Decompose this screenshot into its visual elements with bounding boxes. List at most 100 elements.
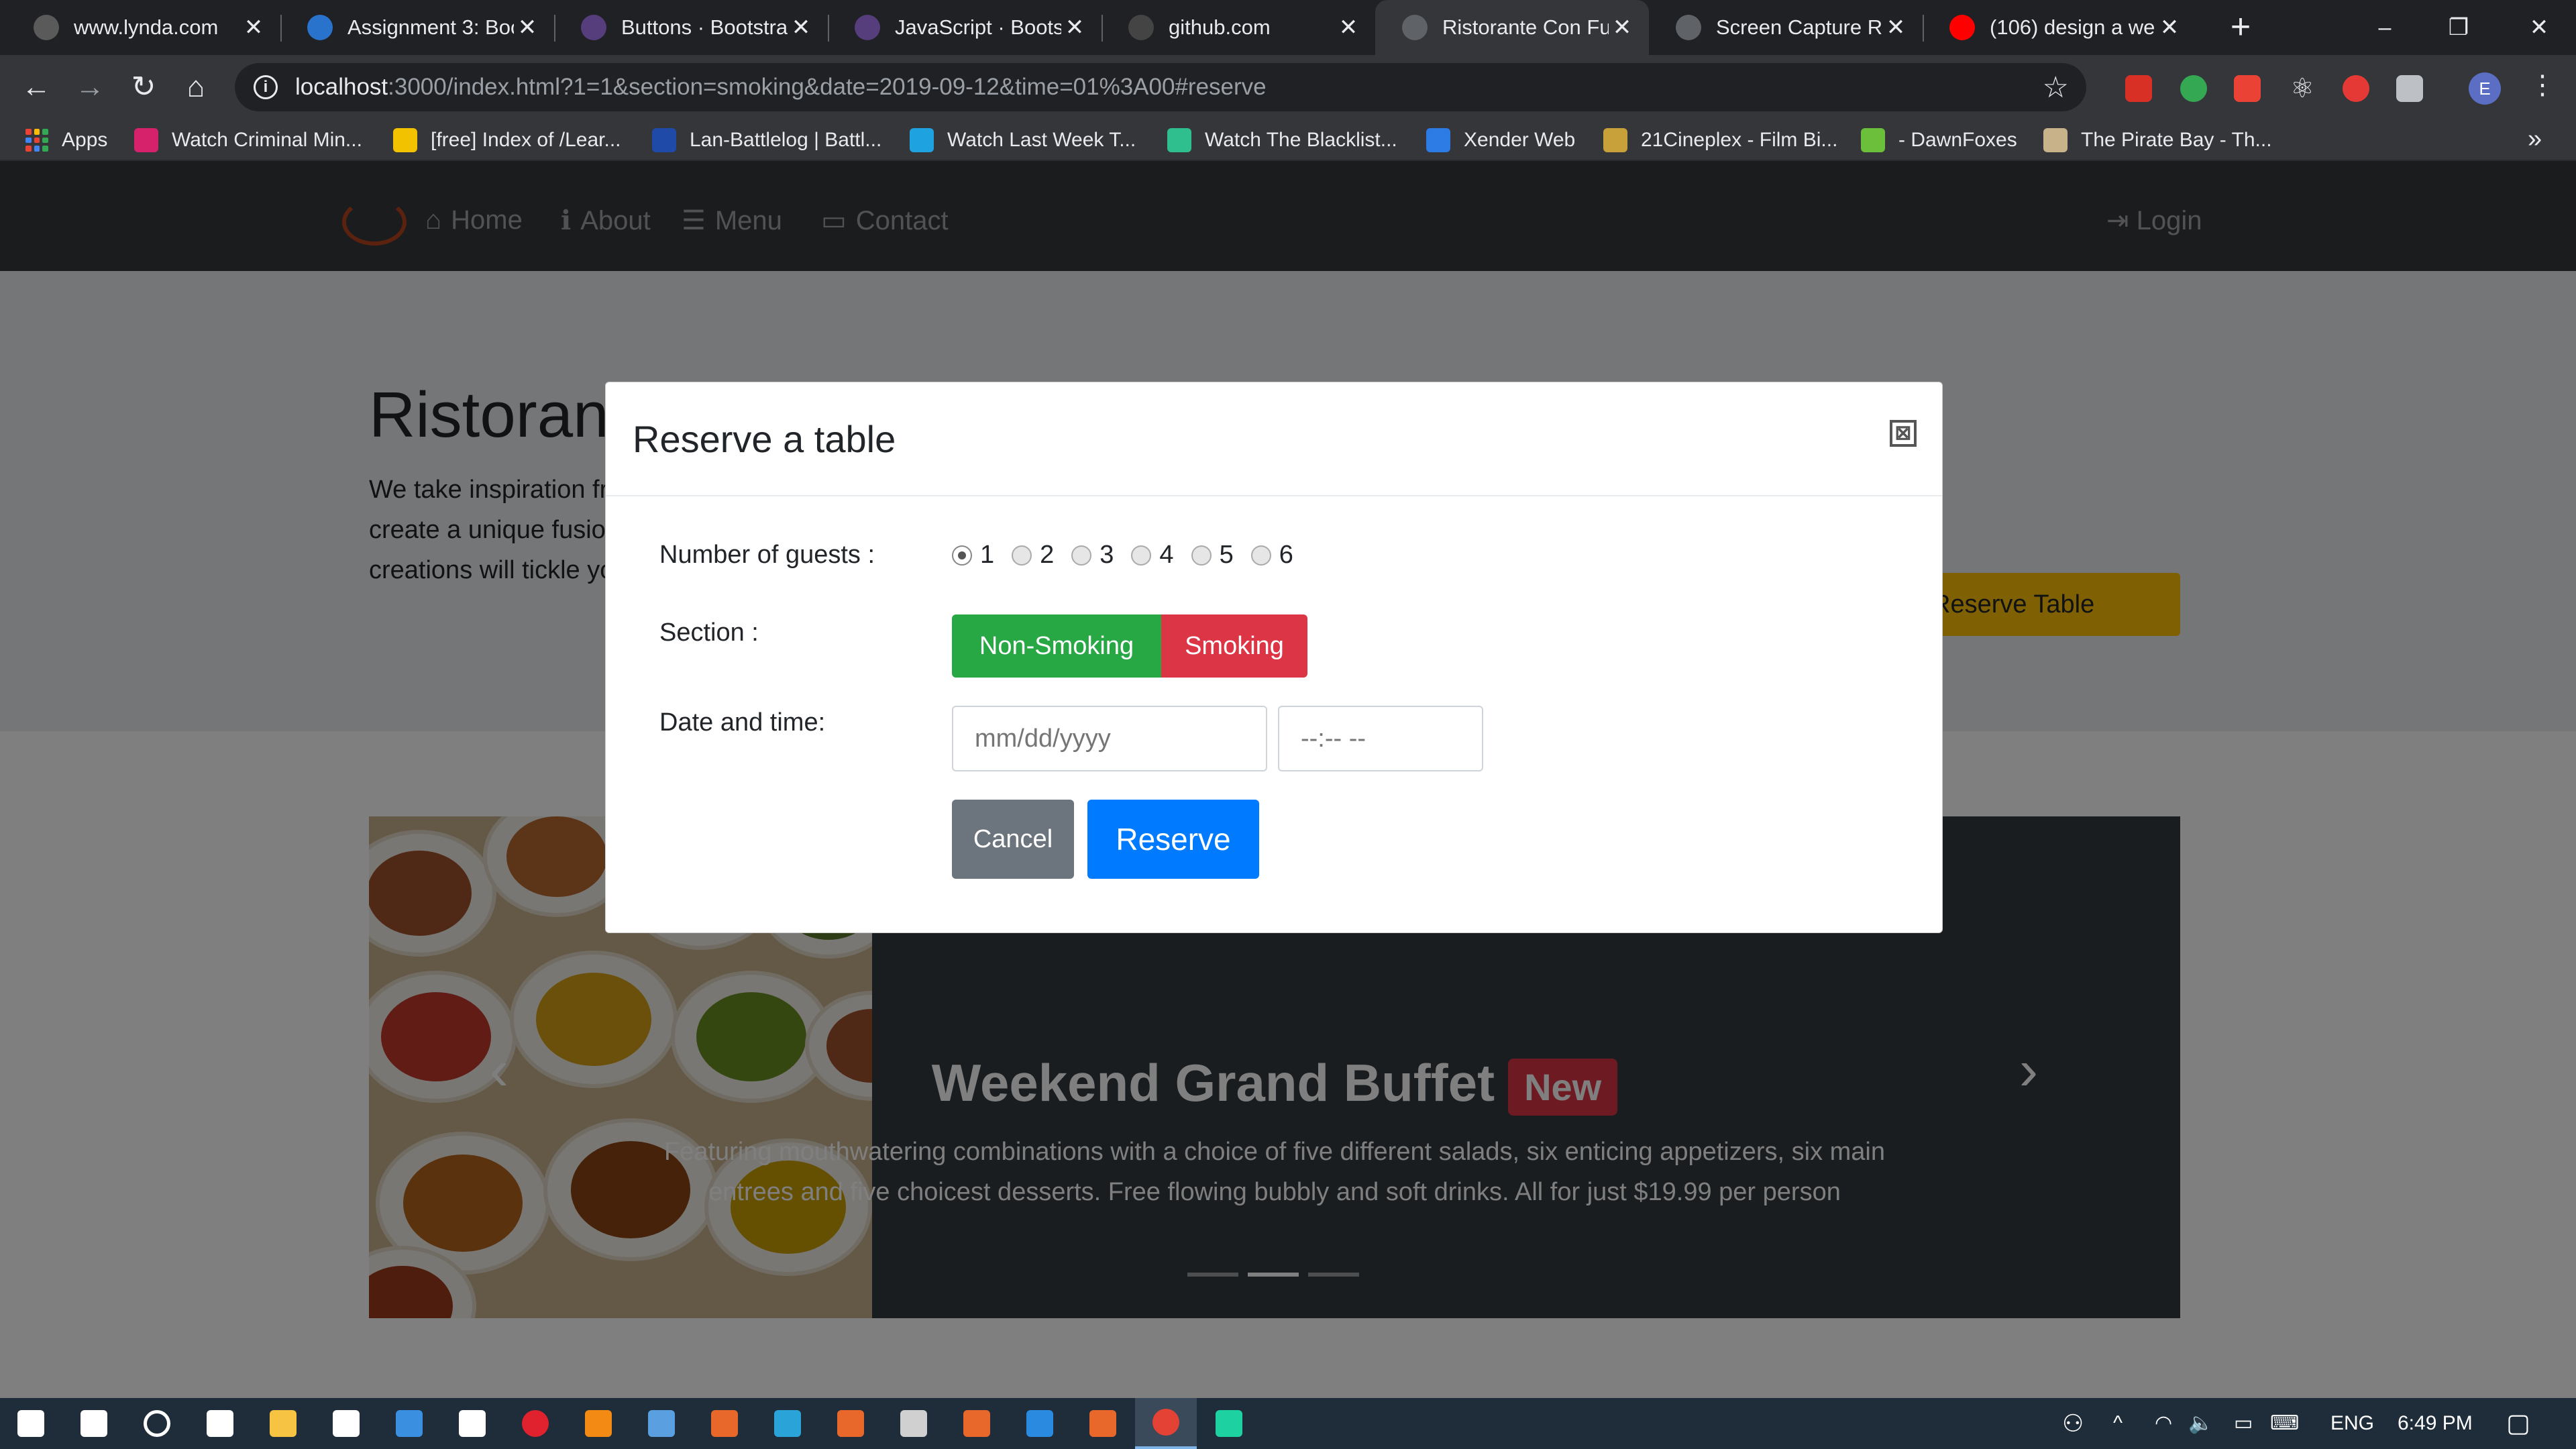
close-tab-icon[interactable]: ✕ — [788, 14, 814, 41]
cancel-button[interactable]: Cancel — [952, 800, 1074, 879]
flash-extension-icon[interactable] — [2234, 75, 2261, 102]
browser-tab[interactable]: Screen Capture Re ✕ — [1649, 0, 1923, 55]
guest-radio-option[interactable]: 6 — [1250, 541, 1293, 570]
flash-extension-icon[interactable] — [2125, 75, 2152, 102]
show-hidden-icons-icon[interactable]: ^ — [2113, 1398, 2123, 1449]
close-tab-icon[interactable]: ✕ — [1335, 14, 1362, 41]
taskbar-button[interactable] — [252, 1398, 314, 1449]
browser-tab[interactable]: (106) design a web ✕ — [1923, 0, 2196, 55]
battery-icon[interactable]: ▭ — [2234, 1398, 2253, 1449]
people-icon[interactable]: ⚇ — [2062, 1398, 2084, 1449]
radio-button[interactable] — [1012, 545, 1032, 566]
guest-radio-option[interactable]: 1 — [952, 541, 994, 570]
taskbar-button[interactable] — [631, 1398, 692, 1449]
bookmark-item[interactable]: - DawnFoxes — [1861, 119, 2017, 161]
bookmark-item[interactable]: The Pirate Bay - Th... — [2043, 119, 2272, 161]
url-host: localhost — [295, 74, 388, 100]
bookmark-item[interactable]: Lan-Battlelog | Battl... — [652, 119, 881, 161]
taskbar-button[interactable] — [820, 1398, 881, 1449]
reserve-button[interactable]: Reserve — [1087, 800, 1259, 879]
notifications-icon[interactable]: ▢ — [2506, 1398, 2530, 1449]
adblock-icon[interactable] — [2343, 75, 2369, 102]
date-input[interactable] — [952, 706, 1267, 771]
taskbar-button[interactable] — [694, 1398, 755, 1449]
address-bar[interactable]: i localhost:3000/index.html?1=1&section=… — [235, 63, 2086, 111]
wifi-icon[interactable]: ◠ — [2155, 1398, 2172, 1449]
bookmark-item[interactable]: Watch Criminal Min... — [134, 119, 362, 161]
browser-tab[interactable]: Assignment 3: Boo ✕ — [280, 0, 554, 55]
restore-icon[interactable]: ❐ — [2422, 0, 2496, 55]
taskbar-button[interactable] — [441, 1398, 503, 1449]
taskbar-button[interactable] — [126, 1398, 188, 1449]
taskbar-button[interactable] — [883, 1398, 945, 1449]
taskbar-button[interactable] — [757, 1398, 818, 1449]
taskbar-button[interactable] — [1072, 1398, 1134, 1449]
taskbar-button[interactable] — [63, 1398, 125, 1449]
time-input[interactable] — [1278, 706, 1483, 771]
back-icon[interactable]: ← — [16, 67, 56, 107]
taskbar-button[interactable] — [568, 1398, 629, 1449]
browser-tab[interactable]: Buttons · Bootstrap ✕ — [554, 0, 828, 55]
taskbar-button[interactable] — [504, 1398, 566, 1449]
keyboard-icon[interactable]: ⌨ — [2270, 1398, 2299, 1449]
browser-menu-icon[interactable]: ⋮ — [2529, 70, 2556, 101]
bookmark-item[interactable]: Watch The Blacklist... — [1167, 119, 1397, 161]
reload-icon[interactable]: ↻ — [123, 67, 164, 107]
guest-radio-option[interactable]: 4 — [1131, 541, 1174, 570]
bookmark-item[interactable]: Xender Web — [1426, 119, 1575, 161]
forward-icon[interactable]: → — [70, 67, 110, 107]
close-tab-icon[interactable]: ✕ — [1882, 14, 1909, 41]
bookmark-star-icon[interactable]: ☆ — [2043, 70, 2069, 105]
store-icon — [333, 1410, 360, 1437]
taskbar-button[interactable] — [0, 1398, 62, 1449]
taskbar-button[interactable] — [1009, 1398, 1071, 1449]
home-icon[interactable]: ⌂ — [176, 67, 216, 107]
modal-title: Reserve a table — [633, 418, 896, 460]
close-tab-icon[interactable]: ✕ — [1609, 14, 1635, 41]
taskbar-button[interactable] — [315, 1398, 377, 1449]
clock[interactable]: 6:49 PM — [2398, 1398, 2473, 1449]
close-icon[interactable]: ⊠ — [1890, 420, 1917, 447]
radio-button[interactable] — [1191, 545, 1212, 566]
site-info-icon[interactable]: i — [254, 75, 278, 99]
screen-capture-icon[interactable] — [2396, 75, 2423, 102]
non-smoking-button[interactable]: Non-Smoking — [952, 614, 1161, 678]
close-tab-icon[interactable]: ✕ — [514, 14, 541, 41]
browser-tab[interactable]: github.com ✕ — [1102, 0, 1375, 55]
bookmark-item[interactable]: Apps — [25, 119, 107, 161]
guest-radio-option[interactable]: 5 — [1191, 541, 1234, 570]
minimize-icon[interactable]: – — [2348, 0, 2422, 55]
bootstrap-icon — [855, 15, 880, 40]
radio-button[interactable] — [1250, 545, 1271, 566]
radio-button[interactable] — [1071, 545, 1092, 566]
taskbar-button[interactable] — [378, 1398, 440, 1449]
more-bookmarks-icon[interactable]: » — [2528, 125, 2542, 154]
close-tab-icon[interactable]: ✕ — [240, 14, 267, 41]
taskbar-button[interactable] — [189, 1398, 251, 1449]
browser-tab[interactable]: www.lynda.com ✕ — [7, 0, 280, 55]
volume-icon[interactable]: 🔈 — [2188, 1398, 2213, 1449]
guest-radio-option[interactable]: 3 — [1071, 541, 1114, 570]
new-tab-button[interactable]: + — [2220, 7, 2261, 47]
language-indicator[interactable]: ENG — [2330, 1398, 2374, 1449]
radio-button[interactable] — [1131, 545, 1152, 566]
taskbar-button[interactable] — [1198, 1398, 1260, 1449]
profile-avatar[interactable]: E — [2469, 72, 2501, 105]
taskbar-button[interactable] — [946, 1398, 1008, 1449]
url-text[interactable]: localhost:3000/index.html?1=1&section=sm… — [295, 74, 1267, 101]
close-tab-icon[interactable]: ✕ — [1061, 14, 1088, 41]
bookmark-item[interactable]: Watch Last Week T... — [910, 119, 1136, 161]
browser-tab[interactable]: JavaScript · Bootst ✕ — [828, 0, 1102, 55]
close-tab-icon[interactable]: ✕ — [2156, 14, 2183, 41]
react-devtools-icon[interactable]: ⚛ — [2289, 75, 2316, 102]
taskbar-button[interactable] — [1135, 1398, 1197, 1449]
bookmark-item[interactable]: [free] Index of /Lear... — [393, 119, 621, 161]
bookmark-item[interactable]: 21Cineplex - Film Bi... — [1603, 119, 1837, 161]
close-window-icon[interactable]: ✕ — [2502, 0, 2576, 55]
cortana-icon — [144, 1410, 170, 1437]
extension-icon[interactable] — [2180, 75, 2207, 102]
browser-tab[interactable]: Ristorante Con Fus ✕ — [1375, 0, 1649, 55]
smoking-button[interactable]: Smoking — [1161, 614, 1307, 678]
radio-button[interactable] — [952, 545, 972, 566]
guest-radio-option[interactable]: 2 — [1012, 541, 1054, 570]
